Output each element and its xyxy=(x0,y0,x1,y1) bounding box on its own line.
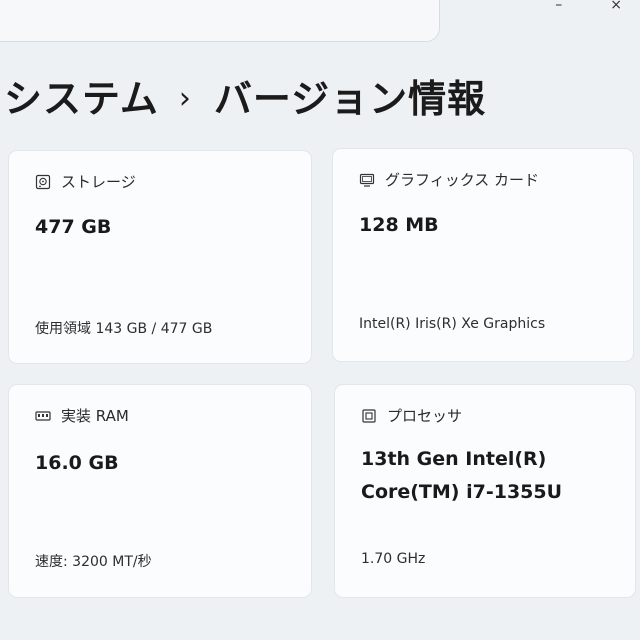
processor-card[interactable]: プロセッサ 13th Gen Intel(R) Core(TM) i7-1355… xyxy=(334,384,636,598)
card-header: ストレージ xyxy=(35,171,136,192)
graphics-card[interactable]: グラフィックス カード 128 MB Intel(R) Iris(R) Xe G… xyxy=(332,148,634,362)
breadcrumb: システム › バージョン情報 xyxy=(4,68,486,123)
card-header: プロセッサ xyxy=(361,405,462,426)
window-controls: – × xyxy=(555,0,622,12)
card-title: 実装 RAM xyxy=(61,407,129,425)
card-title: グラフィックス カード xyxy=(385,171,540,189)
ram-card[interactable]: 実装 RAM 16.0 GB 速度: 3200 MT/秒 xyxy=(8,384,312,598)
card-title: プロセッサ xyxy=(387,407,463,425)
memory-icon xyxy=(35,410,51,421)
card-value: 16.0 GB xyxy=(35,452,119,474)
hard-drive-icon xyxy=(35,174,51,189)
display-icon xyxy=(359,173,375,187)
page-title: バージョン情報 xyxy=(213,77,487,121)
card-value: 128 MB xyxy=(359,214,439,236)
card-value: 477 GB xyxy=(35,216,112,238)
search-box[interactable] xyxy=(0,0,440,42)
card-detail: 1.70 GHz xyxy=(361,551,426,567)
card-detail: 速度: 3200 MT/秒 xyxy=(35,554,152,570)
breadcrumb-parent[interactable]: システム xyxy=(4,77,159,121)
card-header: 実装 RAM xyxy=(35,405,129,426)
close-button[interactable]: × xyxy=(610,0,622,12)
minimize-button[interactable]: – xyxy=(555,0,562,12)
card-header: グラフィックス カード xyxy=(359,169,539,190)
card-detail: Intel(R) Iris(R) Xe Graphics xyxy=(359,316,546,332)
card-title: ストレージ xyxy=(61,173,136,191)
storage-card[interactable]: ストレージ 477 GB 使用領域 143 GB / 477 GB xyxy=(8,150,312,364)
chevron-right-icon: › xyxy=(178,81,192,116)
processor-icon xyxy=(362,408,376,423)
card-detail: 使用領域 143 GB / 477 GB xyxy=(35,321,213,337)
card-value: 13th Gen Intel(R) Core(TM) i7-1355U xyxy=(361,448,563,503)
